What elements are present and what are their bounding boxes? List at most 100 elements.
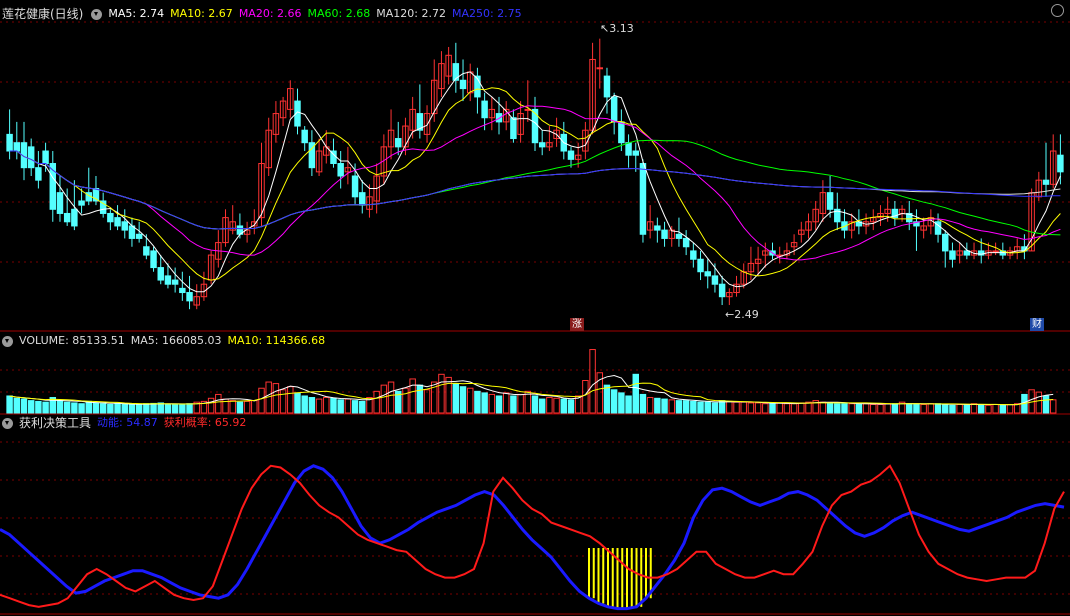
candle-body: [538, 142, 546, 148]
volume-bar: [625, 395, 632, 414]
volume-bar: [6, 395, 13, 414]
volume-bar: [999, 404, 1007, 414]
volume-bar: [675, 400, 683, 414]
candle-body: [610, 96, 618, 123]
candle-body: [114, 217, 121, 227]
volume-bar: [718, 400, 726, 414]
chevron-down-icon[interactable]: [91, 8, 103, 20]
volume-bar: [56, 400, 64, 414]
indicator-header: 获利决策工具 动能: 54.87 获利概率: 65.92: [0, 415, 252, 431]
volume-bar: [150, 402, 157, 414]
candle-body: [596, 67, 604, 70]
volume-header: VOLUME: 85133.51 MA5: 166085.03 MA10: 11…: [0, 333, 331, 349]
volume-bar: [913, 403, 920, 414]
indicator-title[interactable]: 获利决策工具: [19, 415, 91, 431]
candle-body: [718, 283, 726, 298]
volume-bar: [294, 392, 301, 414]
candle-body: [171, 279, 179, 285]
candle-body: [135, 233, 143, 239]
volume-bar: [610, 389, 618, 414]
volume-bar: [855, 403, 863, 414]
momentum-value: 动能: 54.87: [97, 416, 158, 429]
volume-bar: [949, 404, 956, 414]
candle-body: [654, 225, 661, 231]
candle-body: [949, 250, 956, 260]
candle-body: [107, 212, 114, 223]
volume-bar: [179, 403, 186, 414]
ma-legend: MA5: 2.74 MA10: 2.67 MA20: 2.66 MA60: 2.68 M…: [108, 6, 527, 22]
volume-bar: [308, 397, 316, 414]
profit-prob-value: 获利概率: 65.92: [163, 416, 247, 429]
volume-bar: [977, 403, 985, 414]
candle-body: [164, 275, 172, 285]
volume-bar: [301, 395, 308, 414]
limit-up-badge[interactable]: 涨: [570, 318, 584, 331]
ma-legend-item: MA20: 2.66: [238, 7, 302, 20]
candle-body: [42, 150, 49, 165]
volume-bar: [632, 373, 639, 414]
volume-bar: [92, 402, 100, 414]
candle-body: [603, 75, 611, 98]
volume-bar: [35, 400, 42, 414]
volume-ma5: MA5: 166085.03: [130, 334, 222, 347]
candle-body: [1042, 179, 1050, 185]
arrow-icon: ↖: [600, 22, 610, 35]
candle-body: [567, 150, 575, 160]
volume-bar: [128, 403, 136, 414]
chevron-down-icon[interactable]: [2, 335, 13, 347]
candle-body: [71, 208, 78, 227]
volume-bar: [531, 395, 539, 414]
low-price-value: 2.49: [734, 308, 759, 321]
volume-bar: [85, 400, 93, 414]
candle-body: [13, 142, 21, 152]
candle-body: [992, 250, 999, 253]
volume-bar: [682, 400, 690, 414]
candle-body: [826, 192, 834, 210]
kline-chart-canvas[interactable]: [0, 0, 1070, 616]
candle-body: [157, 267, 164, 281]
volume-value: VOLUME: 85133.51: [19, 334, 125, 347]
volume-bar: [164, 403, 172, 414]
candle-body: [395, 138, 402, 148]
candle-body: [78, 200, 85, 206]
volume-bar: [697, 401, 704, 414]
candle-body: [942, 233, 949, 252]
chart-background: [0, 0, 1070, 616]
volume-bar: [135, 404, 143, 414]
volume-bar: [603, 384, 611, 414]
ma-legend-item: MA10: 2.67: [170, 7, 233, 20]
volume-bar: [654, 397, 661, 414]
finance-badge[interactable]: 财: [1030, 318, 1044, 331]
price-header: 莲花健康(日线) MA5: 2.74 MA10: 2.67 MA20: 2.66 MA…: [0, 6, 534, 22]
volume-bar: [337, 399, 344, 414]
volume-bar: [704, 401, 711, 414]
candle-body: [495, 113, 503, 123]
candle-body: [35, 167, 42, 181]
candle-body: [63, 212, 71, 223]
candle-body: [618, 121, 625, 144]
chevron-down-icon[interactable]: [2, 417, 13, 429]
volume-bar: [330, 397, 337, 414]
candle-body: [6, 133, 13, 152]
volume-bar: [416, 384, 424, 414]
volume-bar: [63, 401, 71, 414]
candle-body: [625, 142, 632, 156]
volume-bar: [107, 403, 114, 414]
candle-body: [675, 233, 683, 239]
stock-name[interactable]: 莲花健康(日线): [2, 6, 83, 22]
ma-legend-item: MA60: 2.68: [307, 7, 371, 20]
candle-body: [704, 271, 711, 277]
candle-body: [301, 129, 308, 144]
volume-bar: [690, 400, 697, 414]
candle-body: [682, 237, 690, 248]
volume-bar: [906, 403, 913, 414]
volume-bar: [769, 403, 776, 414]
volume-bar: [459, 386, 467, 414]
volume-bar: [618, 392, 625, 414]
settings-icon[interactable]: [1051, 4, 1064, 17]
low-price-label: ←2.49: [725, 308, 759, 321]
candle-body: [661, 229, 668, 239]
volume-bar: [661, 398, 668, 414]
candle-body: [351, 175, 359, 198]
candle-body: [531, 108, 539, 144]
